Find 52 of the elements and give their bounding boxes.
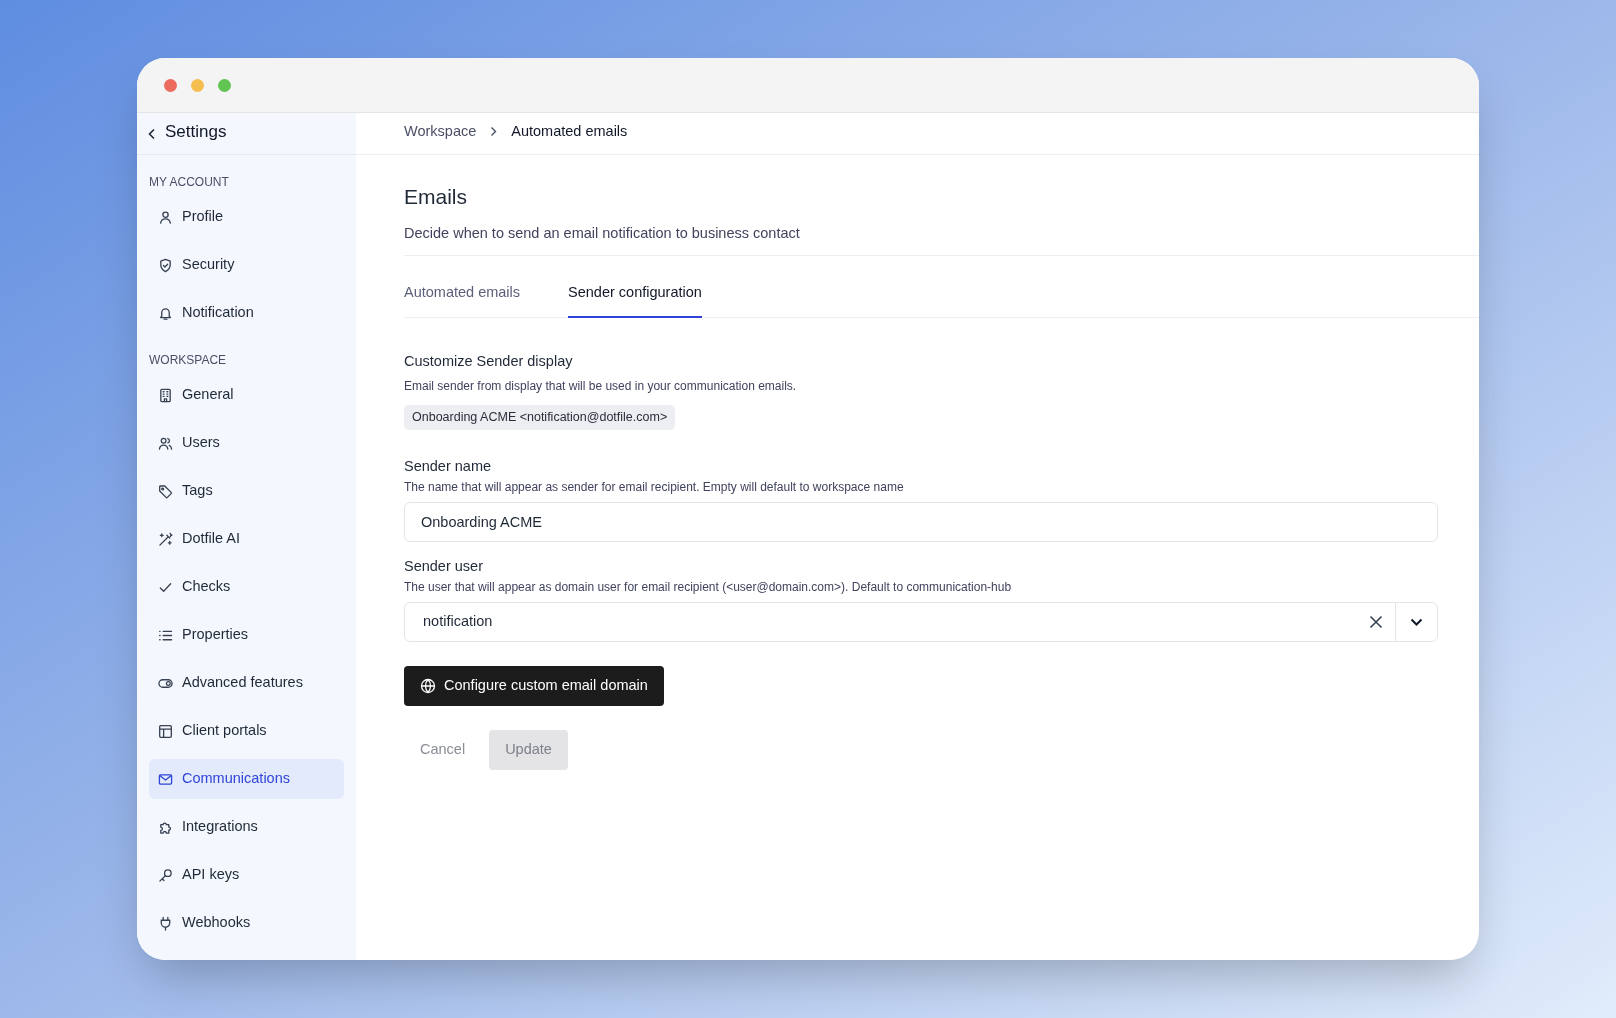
sender-preview-tag: Onboarding ACME <notification@dotfile.com> — [404, 404, 676, 430]
person-icon — [158, 209, 173, 225]
chevron-right-icon — [490, 126, 498, 137]
tab[interactable]: Sender configuration — [568, 282, 702, 318]
sidebar-item[interactable]: Webhooks — [149, 903, 344, 943]
breadcrumb-current: Automated emails — [511, 121, 628, 141]
help-text: The user that will appear as domain user for email recipient (<user@domain.com>). Default to communication-hub — [404, 578, 1013, 595]
sidebar-item[interactable]: Properties — [149, 615, 344, 655]
sidebar-item[interactable]: Checks — [149, 567, 344, 607]
close-window-button[interactable] — [164, 78, 177, 92]
field-label: Sender user — [404, 556, 484, 576]
users-icon — [158, 435, 173, 451]
clear-icon[interactable] — [1369, 614, 1383, 629]
sidebar-item[interactable]: Security — [149, 245, 344, 285]
section-heading: WORKSPACE — [149, 352, 228, 368]
tag-icon — [158, 483, 173, 499]
key-icon — [158, 867, 173, 883]
help-text: Email sender from display that will be used in your communication emails. — [404, 377, 798, 394]
sidebar-item[interactable]: General — [149, 375, 344, 415]
chevron-down-icon[interactable] — [1410, 617, 1423, 626]
envelope-icon — [158, 771, 173, 787]
sidebar-item[interactable]: API keys — [149, 855, 344, 895]
globe-icon — [420, 677, 436, 694]
sidebar-item[interactable]: Client portals — [149, 711, 344, 751]
plug-icon — [158, 915, 173, 931]
settings-title[interactable]: Settings — [165, 118, 227, 145]
page-description: Decide when to send an email notification to business contact — [404, 224, 801, 243]
field-label: Sender name — [404, 456, 493, 476]
sidebar-item[interactable]: Dotfile AI — [149, 519, 344, 559]
sidebar-item[interactable]: Communications — [149, 759, 344, 799]
sidebar-item[interactable]: Notification — [149, 293, 344, 333]
sidebar-item[interactable]: Users — [149, 423, 344, 463]
sidebar-item[interactable]: Advanced features — [149, 663, 344, 703]
breadcrumb-link[interactable]: Workspace — [404, 120, 477, 143]
building-icon — [158, 387, 173, 403]
back-chevron-icon[interactable] — [147, 127, 157, 140]
section-heading: MY ACCOUNT — [149, 174, 230, 190]
sidebar-item[interactable]: Profile — [149, 197, 344, 237]
sidebar-item[interactable]: Integrations — [149, 807, 344, 847]
tab[interactable]: Automated emails — [404, 282, 521, 318]
help-text: The name that will appear as sender for email recipient. Empty will default to workspace name — [404, 478, 905, 495]
section-label: Customize Sender display — [404, 351, 574, 371]
sender-name-input[interactable]: Onboarding ACME — [404, 501, 1438, 542]
configure-domain-button[interactable]: Configure custom email domain — [404, 665, 664, 706]
bell-icon — [158, 305, 173, 321]
sidebar-item[interactable]: Tags — [149, 471, 344, 511]
shield-icon — [158, 257, 173, 273]
sender-user-select[interactable]: notification — [404, 601, 1438, 642]
magic-wand-icon — [158, 531, 173, 547]
layout-icon — [158, 723, 173, 739]
puzzle-icon — [158, 819, 173, 835]
page-title: Emails — [404, 184, 468, 210]
